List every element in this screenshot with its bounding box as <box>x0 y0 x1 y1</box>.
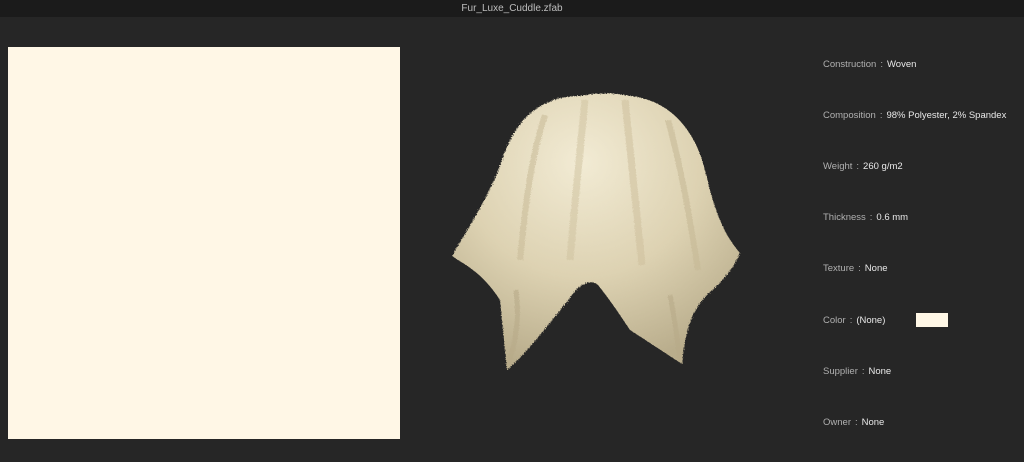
color-swatch-chip[interactable] <box>916 313 948 327</box>
property-label: Supplier <box>823 365 858 377</box>
property-value: None <box>868 365 892 377</box>
fabric-swatch-preview <box>8 47 400 439</box>
property-texture: Texture : None <box>823 260 888 276</box>
property-construction: Construction : Woven <box>823 56 916 72</box>
drape-3d-preview[interactable] <box>420 60 780 390</box>
property-value: 0.6 mm <box>876 211 909 223</box>
property-separator: : <box>858 262 861 274</box>
property-separator: : <box>856 160 860 172</box>
cloth-body <box>452 93 740 370</box>
property-label: Owner <box>823 416 851 428</box>
property-value: Woven <box>886 58 917 70</box>
property-label: Thickness <box>823 211 866 223</box>
property-separator: : <box>861 365 865 377</box>
property-separator: : <box>880 58 883 70</box>
property-value: None <box>861 416 885 428</box>
property-thickness: Thickness : 0.6 mm <box>823 209 908 225</box>
property-owner: Owner : None <box>823 414 884 430</box>
material-viewer-window: Fur_Luxe_Cuddle.zfab Construction: Wove… <box>0 0 1024 462</box>
property-value: 98% Polyester, 2% Spandex <box>886 109 1007 121</box>
property-label: Color <box>823 314 846 326</box>
property-separator: : <box>849 314 853 326</box>
property-color: Color : (None) <box>823 312 885 328</box>
property-value: 260 g/m2 <box>863 160 903 172</box>
property-weight: Weight : 260 g/m2 <box>823 158 903 174</box>
property-label: Construction <box>823 58 877 70</box>
window-title: Fur_Luxe_Cuddle.zfab <box>0 0 1024 17</box>
property-label: Weight <box>823 160 853 172</box>
property-value: (None) <box>856 314 886 326</box>
property-label: Texture <box>823 262 855 274</box>
property-separator: : <box>879 109 883 121</box>
property-separator: : <box>854 416 858 428</box>
draped-cloth-render <box>452 93 740 370</box>
property-value: None <box>864 262 888 274</box>
property-label: Composition <box>823 109 876 121</box>
property-composition: Composition : 98% Polyester, 2% Spandex <box>823 107 1006 123</box>
property-supplier: Supplier : None <box>823 363 891 379</box>
property-separator: : <box>869 211 873 223</box>
